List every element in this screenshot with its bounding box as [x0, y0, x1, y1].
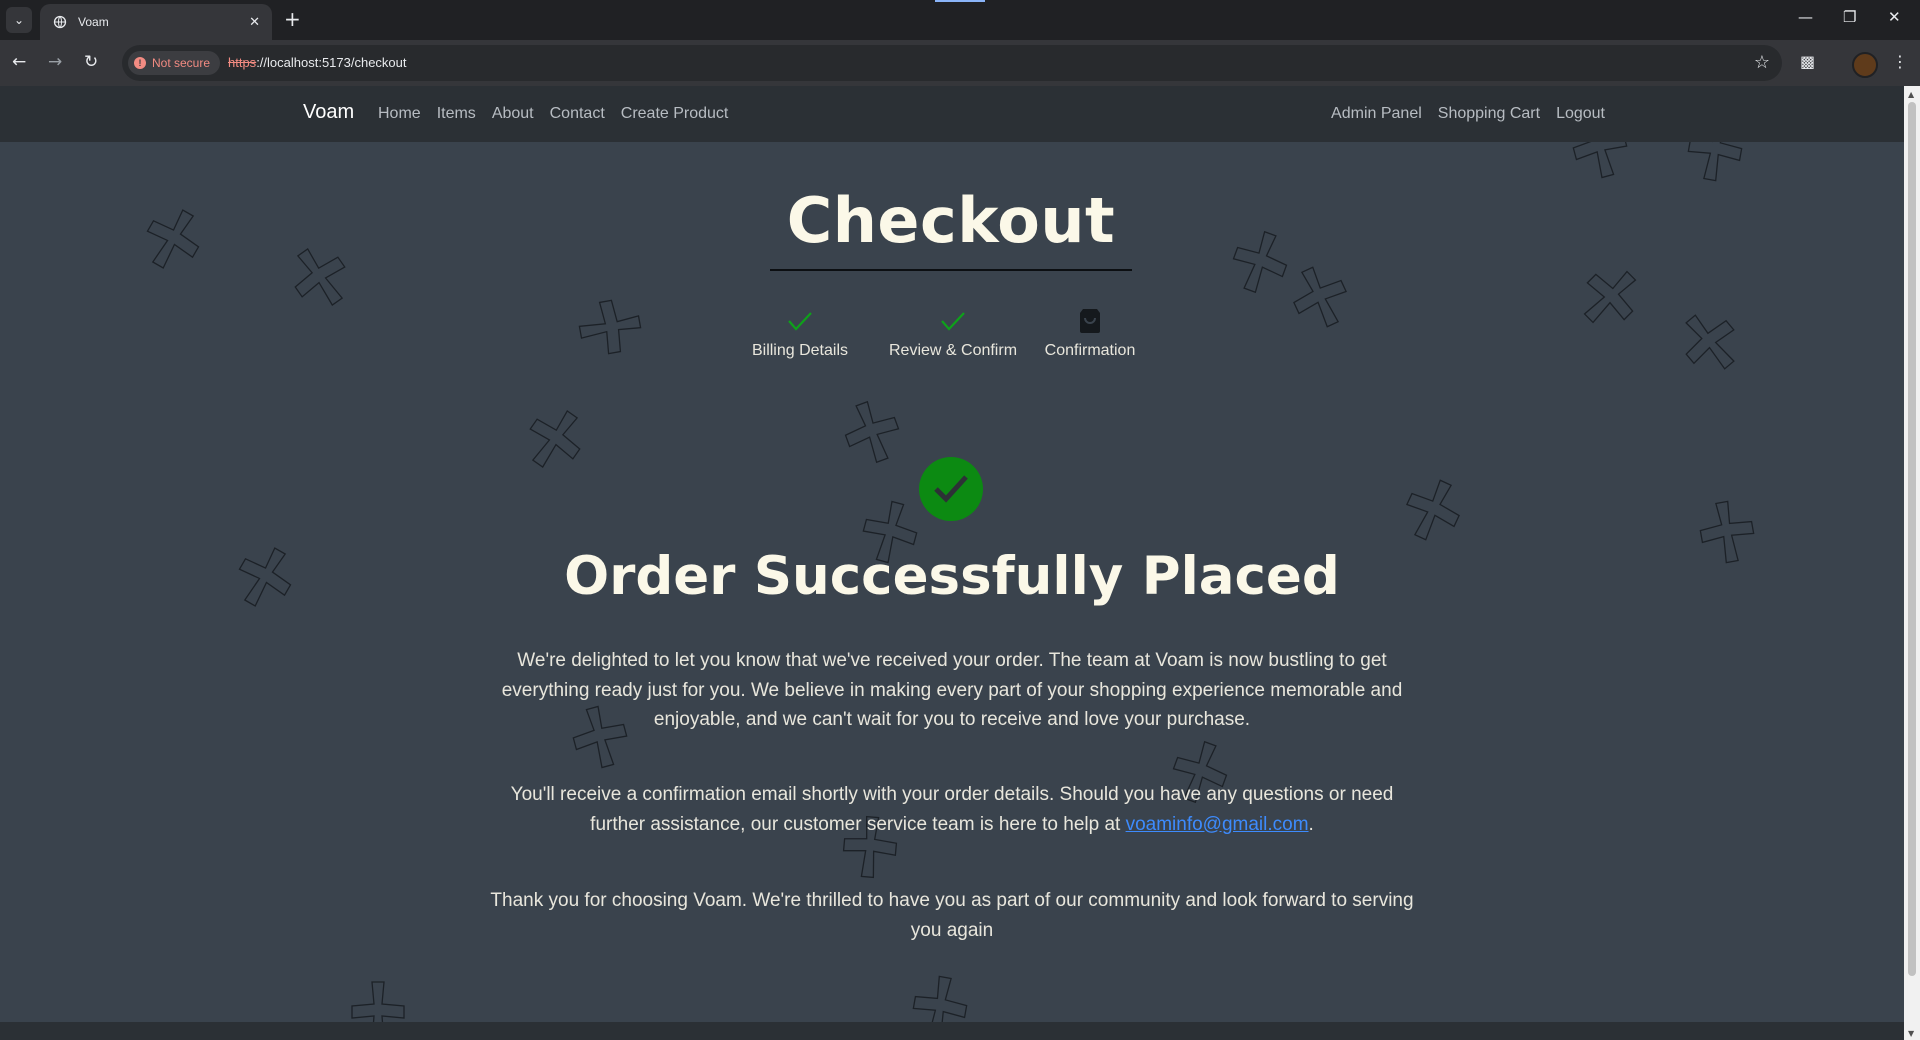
nav-link-home[interactable]: Home [378, 105, 421, 123]
nav-links-right: Admin Panel Shopping Cart Logout [1331, 105, 1605, 123]
confirmation-paragraph-3: Thank you for choosing Voam. We're thril… [490, 890, 1414, 941]
security-indicator[interactable]: ! Not secure [128, 51, 221, 75]
background-cross-shape [1687, 142, 1743, 182]
warning-icon: ! [134, 57, 146, 69]
url-scheme: https [228, 55, 257, 70]
background-cross-shape [844, 400, 900, 464]
check-icon [888, 304, 1018, 338]
background-cross-shape [578, 299, 642, 355]
nav-link-items[interactable]: Items [437, 105, 476, 123]
support-email-link[interactable]: voaminfo@gmail.com [1126, 814, 1309, 835]
background-cross-shape [1583, 270, 1637, 324]
background-cross-shape [1685, 314, 1735, 370]
extensions-puzzle-icon[interactable]: ▩ [1800, 52, 1815, 71]
background-cross-shape [529, 410, 581, 468]
background-cross-shape [146, 209, 200, 269]
nav-link-contact[interactable]: Contact [550, 105, 605, 123]
footer-strip [0, 1022, 1904, 1040]
step-confirmation: Confirmation [1038, 304, 1142, 360]
reload-icon[interactable]: ↻ [84, 52, 98, 72]
nav-link-about[interactable]: About [492, 105, 534, 123]
nav-link-admin-panel[interactable]: Admin Panel [1331, 105, 1422, 123]
url-text[interactable]: https://localhost:5173/checkout [228, 55, 407, 70]
minimize-icon[interactable]: — [1798, 8, 1813, 26]
close-window-icon[interactable]: ✕ [1888, 8, 1901, 26]
restore-icon[interactable]: ❐ [1843, 8, 1856, 26]
checkout-steps: Billing Details Review & Confirm Confirm… [752, 304, 1152, 364]
bookmark-star-icon[interactable]: ☆ [1754, 52, 1770, 73]
background-cross-shape [351, 981, 405, 1022]
confirmation-paragraph-2: You'll receive a confirmation email shor… [482, 780, 1422, 839]
nav-link-shopping-cart[interactable]: Shopping Cart [1438, 105, 1540, 123]
background-cross-shape [238, 547, 292, 607]
title-divider [770, 269, 1132, 271]
page-scrollbar[interactable]: ▲ ▼ [1904, 86, 1920, 1040]
security-label: Not secure [152, 56, 211, 70]
browser-tab-bar: ⌄ Voam ✕ + — ❐ ✕ [0, 0, 1920, 40]
chevron-down-icon: ⌄ [13, 13, 25, 27]
nav-link-logout[interactable]: Logout [1556, 105, 1605, 123]
check-icon [934, 475, 968, 503]
site-navbar: Voam Home Items About Contact Create Pro… [0, 86, 1904, 142]
step-label: Confirmation [1044, 342, 1136, 359]
background-cross-shape [1699, 500, 1755, 564]
background-cross-shape [912, 975, 968, 1022]
step-label: Billing Details [751, 342, 849, 359]
menu-kebab-icon[interactable]: ⋮ [1892, 52, 1908, 71]
tab-title: Voam [78, 15, 109, 29]
shopping-bag-icon [1038, 304, 1142, 338]
tab-search-button[interactable]: ⌄ [6, 7, 32, 33]
background-cross-shape [294, 248, 346, 306]
brand-logo[interactable]: Voam [303, 101, 354, 124]
nav-link-create-product[interactable]: Create Product [621, 105, 729, 123]
background-cross-shape [1406, 479, 1460, 541]
browser-toolbar: ← → ↻ ! Not secure https://localhost:517… [0, 40, 1920, 86]
new-tab-plus-icon[interactable]: + [284, 9, 301, 29]
globe-icon [52, 14, 68, 30]
check-icon [750, 304, 850, 338]
step-review-confirm: Review & Confirm [888, 304, 1018, 360]
order-success-heading: Order Successfully Placed [564, 546, 1340, 607]
step-label: Review & Confirm [888, 342, 1018, 359]
step-billing-details: Billing Details [750, 304, 850, 360]
tab-strip-accent [935, 0, 985, 2]
confirmation-paragraph-1: We're delighted to let you know that we'… [501, 650, 1403, 730]
scroll-up-arrow-icon[interactable]: ▲ [1908, 90, 1914, 99]
background-cross-shape [1232, 230, 1288, 294]
nav-links-left: Home Items About Contact Create Product [378, 105, 728, 123]
browser-tab[interactable]: Voam ✕ [40, 4, 272, 40]
background-cross-shape [1572, 142, 1628, 179]
background-cross-shape [1293, 266, 1347, 328]
scroll-down-arrow-icon[interactable]: ▼ [1908, 1029, 1914, 1038]
url-path: ://localhost:5173/checkout [256, 55, 407, 70]
paragraph-2-end: . [1308, 813, 1314, 835]
close-tab-icon[interactable]: ✕ [249, 15, 260, 30]
checkout-page: Checkout Billing Details Review & Confir… [0, 142, 1904, 1022]
forward-arrow-icon[interactable]: → [48, 52, 62, 72]
address-bar[interactable]: ! Not secure https://localhost:5173/chec… [122, 45, 1782, 81]
page-title: Checkout [786, 184, 1116, 257]
back-arrow-icon[interactable]: ← [12, 52, 26, 72]
scrollbar-thumb[interactable] [1908, 102, 1916, 976]
profile-avatar[interactable] [1852, 52, 1878, 78]
success-check-badge [919, 457, 983, 521]
